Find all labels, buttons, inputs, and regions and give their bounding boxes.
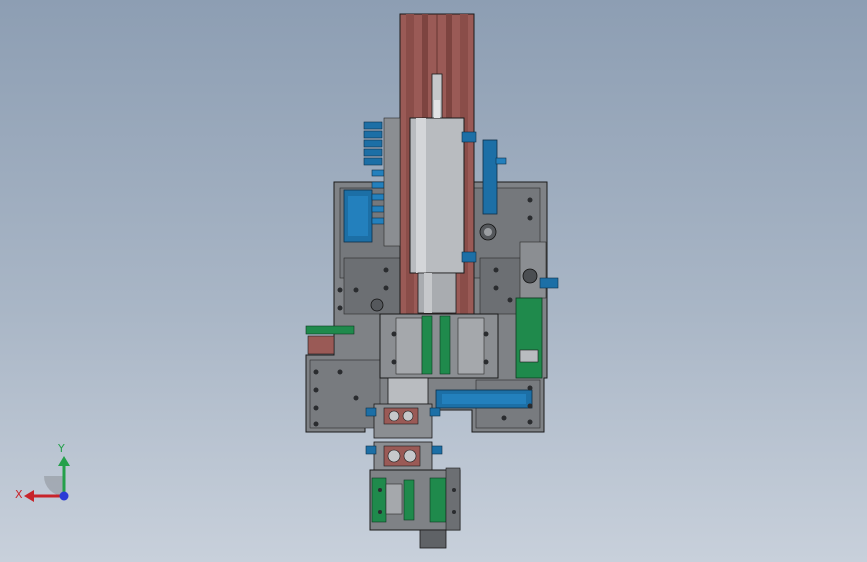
left-pneumatic-block: [343, 189, 373, 243]
machine-assembly-model[interactable]: [0, 0, 867, 562]
middle-slide-plate: [379, 313, 499, 379]
coordinate-triad-icon: Y X: [15, 442, 70, 502]
cad-viewport[interactable]: Y X: [0, 0, 867, 562]
lower-horizontal-cylinder: [435, 389, 533, 409]
gripper-head-lower: [365, 441, 443, 471]
y-axis-label: Y: [57, 442, 65, 455]
x-axis-label: X: [15, 488, 23, 501]
right-sensor-plate: [515, 297, 543, 379]
bottom-fixture: [369, 467, 461, 549]
